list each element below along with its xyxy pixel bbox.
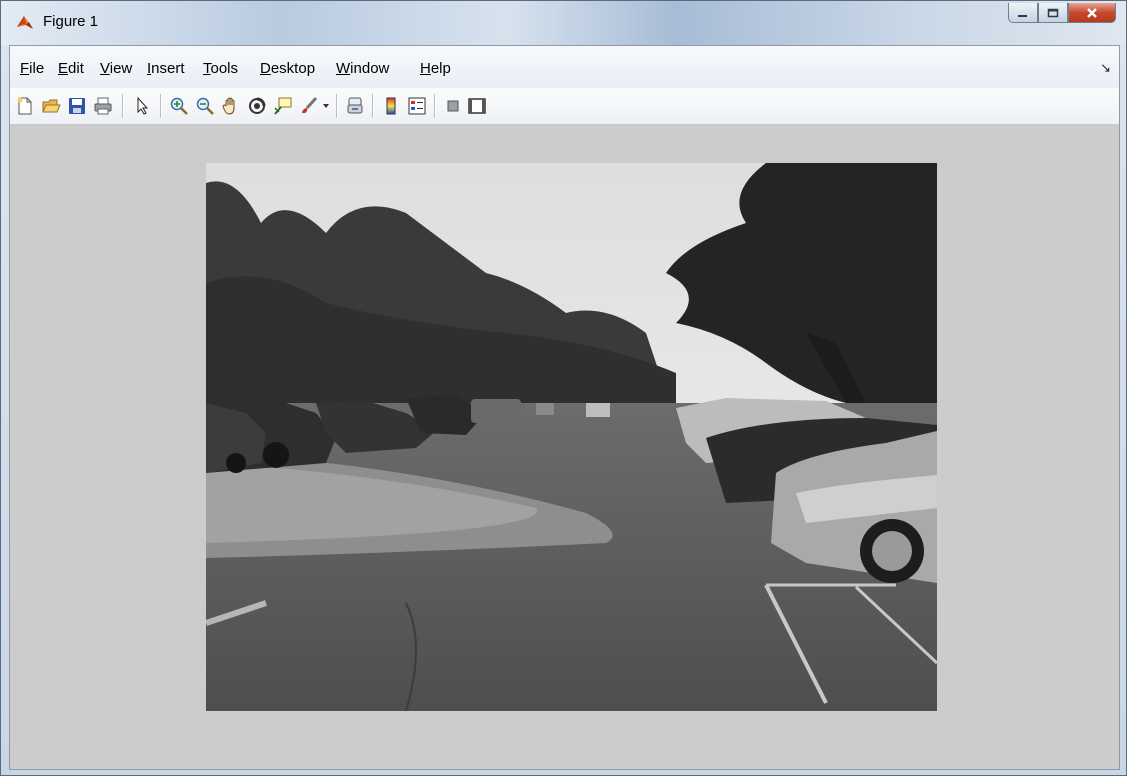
window-title: Figure 1 [43,13,99,30]
menu-help-mnemonic: H [420,60,431,77]
toolbar-separator [160,94,162,118]
matlab-icon [17,16,33,29]
zoom-in-icon [170,97,188,115]
save-icon [69,98,85,114]
menu-edit-mnemonic: E [58,60,69,77]
legend-icon [408,97,426,115]
brush-icon [302,96,318,113]
menu-insert[interactable]: Insert [147,60,185,77]
insert-colorbar-button[interactable] [380,95,402,117]
new-figure-icon [17,97,32,115]
menu-view-mnemonic: V [100,60,110,77]
link-plot-icon [347,97,363,114]
menu-desktop-label: esktop [270,60,316,77]
menu-help[interactable]: Help [420,60,451,77]
hide-plot-tools-icon [447,100,459,112]
figure-toolbar [10,88,1119,125]
chevron-down-icon [323,104,329,108]
menu-file-mnemonic: F [20,60,30,77]
data-cursor-icon [274,97,292,115]
menu-window-label: indow [350,60,390,77]
toolbar-separator [372,94,374,118]
menu-desktop-mnemonic: D [260,60,271,77]
pan-hand-icon [222,97,235,115]
open-file-button[interactable] [40,95,62,117]
menu-help-label: elp [430,60,451,77]
maximize-icon [1047,8,1059,17]
edit-plot-arrow-icon [137,96,149,115]
brush-dropdown[interactable] [320,95,332,117]
open-file-icon [42,99,61,113]
menu-file[interactable]: File [20,60,44,77]
figure-client-area: File Edit View Insert Tools Desktop Wind… [9,45,1120,770]
menu-tools-mnemonic: T [203,60,211,77]
data-cursor-button[interactable] [272,95,294,117]
figure-window: Figure 1 File Edit View Insert Tools Des… [0,0,1127,776]
menu-edit[interactable]: Edit [58,60,84,77]
menu-edit-label: dit [68,60,84,77]
new-figure-button[interactable] [14,95,36,117]
menu-tools[interactable]: Tools [203,60,238,77]
show-plot-tools-icon [468,98,486,114]
title-bar[interactable]: Figure 1 [1,1,1126,45]
menu-dock-arrow-icon[interactable]: ↘ [1100,60,1111,76]
minimize-button[interactable] [1008,3,1038,23]
window-controls [1008,3,1116,25]
menu-desktop[interactable]: Desktop [260,60,315,77]
show-plot-tools-button[interactable] [466,95,488,117]
pan-button[interactable] [220,95,242,117]
menu-insert-label: nsert [151,60,185,77]
maximize-button[interactable] [1038,3,1068,23]
save-button[interactable] [66,95,88,117]
insert-legend-button[interactable] [406,95,428,117]
rotate-3d-icon [249,97,266,114]
toolbar-separator [122,94,124,118]
minimize-icon [1018,14,1027,17]
figure-canvas[interactable] [10,125,1119,769]
grayscale-photo-image[interactable] [206,163,937,711]
toolbar-separator [336,94,338,118]
close-button[interactable] [1068,3,1116,23]
rotate-3d-button[interactable] [246,95,268,117]
menu-window-mnemonic: W [336,60,351,77]
menu-tools-label: ools [210,60,239,77]
menu-file-label: ile [29,60,45,77]
menu-view-label: iew [109,60,133,77]
brush-button[interactable] [298,95,320,117]
hide-plot-tools-button[interactable] [442,95,464,117]
menu-window[interactable]: Window [336,60,389,77]
close-icon [1087,7,1097,18]
print-icon [94,97,112,115]
colorbar-icon [386,97,396,115]
menu-bar: File Edit View Insert Tools Desktop Wind… [10,46,1119,89]
link-plot-button[interactable] [344,95,366,117]
toolbar-separator [434,94,436,118]
zoom-out-icon [196,97,214,115]
menu-view[interactable]: View [100,60,132,77]
edit-plot-button[interactable] [132,95,154,117]
print-button[interactable] [92,95,114,117]
zoom-in-button[interactable] [168,95,190,117]
zoom-out-button[interactable] [194,95,216,117]
